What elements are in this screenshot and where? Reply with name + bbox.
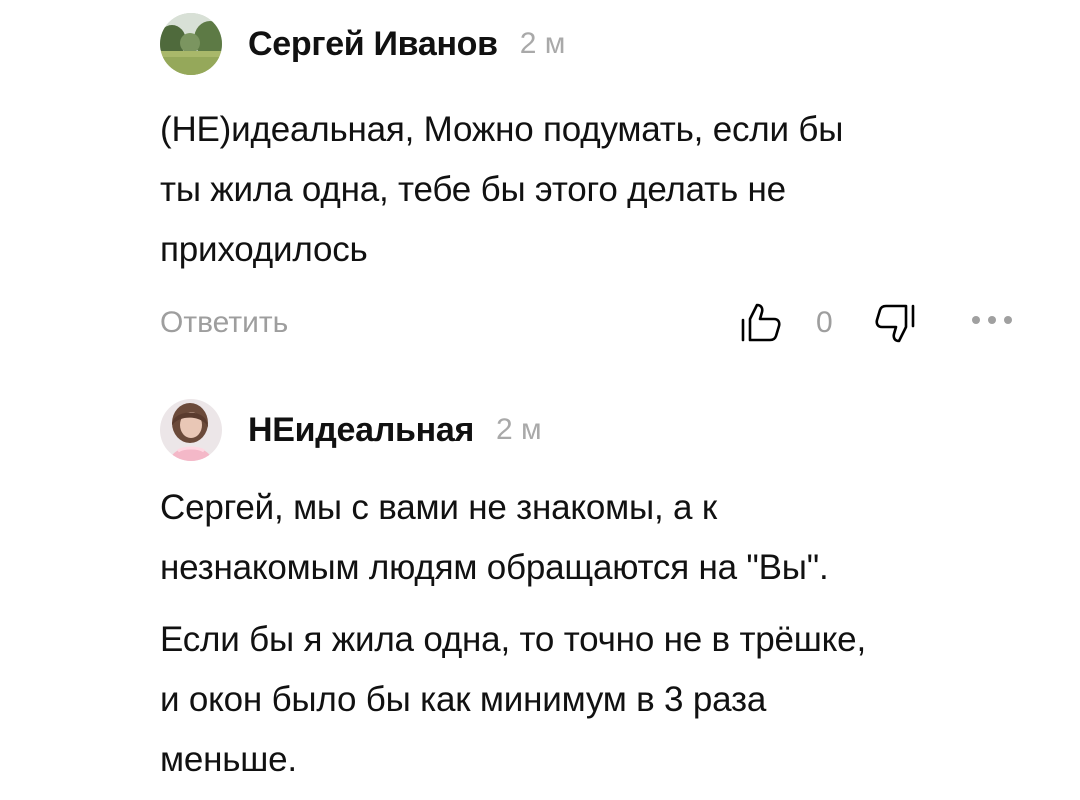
comment-paragraph: Если бы я жила одна, то точно не в трёшк…: [160, 610, 1040, 790]
more-icon[interactable]: [968, 310, 1016, 330]
author-name[interactable]: Сергей Иванов: [248, 25, 498, 64]
thumbs-down-icon[interactable]: [872, 300, 918, 346]
comment-paragraph: Сергей, мы с вами не знакомы, а к незнак…: [160, 478, 1040, 598]
portrait-avatar: [160, 399, 222, 461]
like-count: 0: [816, 306, 833, 339]
author-name[interactable]: НЕидеальная: [248, 411, 474, 450]
comment-actions: Ответить 0: [0, 296, 1080, 356]
comment-header: НЕидеальная 2 м: [160, 398, 542, 462]
comment-text-line: приходилось: [160, 230, 368, 269]
comment-text-line: Если бы я жила одна, то точно не в трёшк…: [160, 620, 866, 659]
avatar[interactable]: [160, 13, 222, 75]
comment-header: Сергей Иванов 2 м: [160, 12, 565, 76]
comment-text-line: ты жила одна, тебе бы этого делать не: [160, 170, 786, 209]
comments-feed: Сергей Иванов 2 м (НЕ)идеальная, Можно п…: [0, 0, 1080, 800]
comment-text-line: незнакомым людям обращаются на "Вы".: [160, 548, 829, 587]
comment-text-line: меньше.: [160, 740, 297, 779]
thumbs-up-icon[interactable]: [738, 300, 784, 346]
landscape-avatar: [160, 13, 222, 75]
comment-text: Сергей, мы с вами не знакомы, а к незнак…: [160, 478, 1040, 790]
comment-text-line: и окон было бы как минимум в 3 раза: [160, 680, 767, 719]
timestamp: 2 м: [496, 413, 542, 446]
comment-text-line: (НЕ)идеальная, Можно подумать, если бы: [160, 110, 844, 149]
comment-text: (НЕ)идеальная, Можно подумать, если бы т…: [160, 100, 1040, 280]
timestamp: 2 м: [519, 27, 566, 60]
comment-text-line: Сергей, мы с вами не знакомы, а к: [160, 488, 717, 527]
avatar[interactable]: [160, 399, 222, 461]
reply-button[interactable]: Ответить: [160, 306, 288, 340]
